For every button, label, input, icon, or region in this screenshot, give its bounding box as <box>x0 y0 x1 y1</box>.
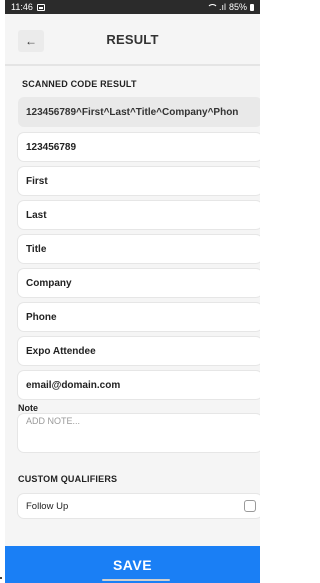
arrow-left-icon: ← <box>25 34 37 48</box>
email-field[interactable]: email@domain.com <box>18 371 260 399</box>
battery-level: 85% <box>228 2 247 12</box>
save-button[interactable]: SAVE <box>5 546 260 583</box>
phone-screen: 11:46 .ıl 85% ← RESULT SCANNED CODE RESU… <box>5 0 260 583</box>
signal-icon: .ıl <box>218 2 226 12</box>
qualifier-follow-up[interactable]: Follow Up <box>18 494 260 518</box>
last-name-field[interactable]: Last <box>18 201 260 229</box>
attendee-type-field[interactable]: Expo Attendee <box>18 337 260 365</box>
follow-up-checkbox[interactable] <box>244 500 256 512</box>
image-notification-icon <box>36 3 45 11</box>
scanned-raw-value: 123456789^First^Last^Title^Company^Phon <box>18 97 260 127</box>
battery-icon <box>250 3 254 11</box>
status-bar: 11:46 .ıl 85% <box>5 0 260 14</box>
note-label: Note <box>18 403 38 413</box>
phone-field[interactable]: Phone <box>18 303 260 331</box>
status-time: 11:46 <box>11 2 33 12</box>
app-header: ← RESULT <box>5 14 260 66</box>
edge-dot <box>0 577 2 579</box>
title-field[interactable]: Title <box>18 235 260 263</box>
badge-id-field[interactable]: 123456789 <box>18 133 260 161</box>
wifi-icon <box>206 3 218 11</box>
custom-qualifiers-label: CUSTOM QUALIFIERS <box>18 474 118 484</box>
scanned-section-label: SCANNED CODE RESULT <box>22 79 137 89</box>
qualifier-label: Follow Up <box>26 500 69 512</box>
company-field[interactable]: Company <box>18 269 260 297</box>
note-input[interactable]: ADD NOTE... <box>18 414 260 452</box>
home-indicator[interactable] <box>102 579 170 581</box>
result-form: SCANNED CODE RESULT 123456789^First^Last… <box>5 79 260 518</box>
save-label: SAVE <box>112 556 153 573</box>
back-button[interactable]: ← <box>18 30 44 52</box>
first-name-field[interactable]: First <box>18 167 260 195</box>
